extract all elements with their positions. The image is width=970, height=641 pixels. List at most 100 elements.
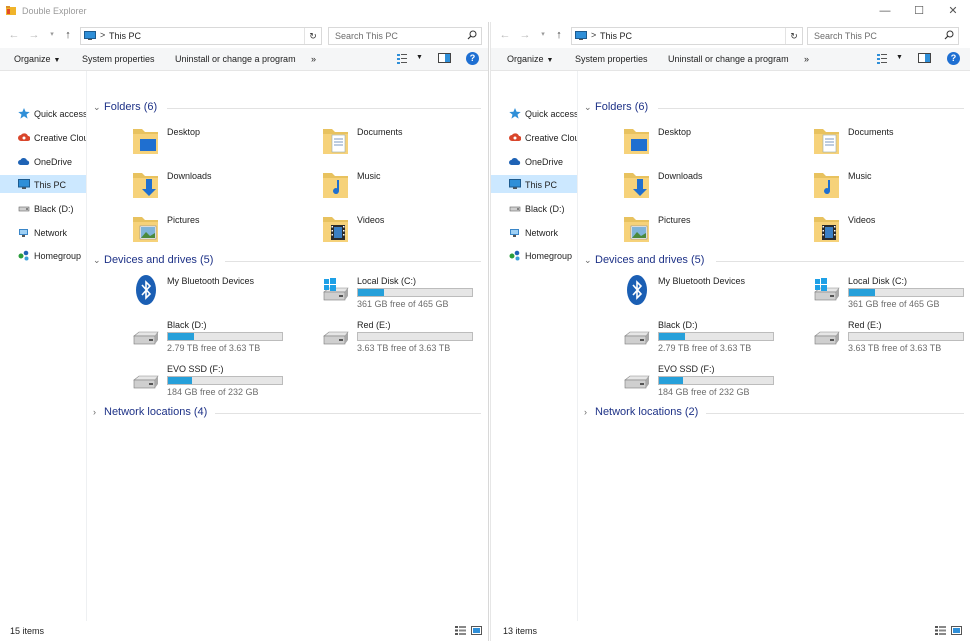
folder-downloads[interactable]: Downloads <box>131 169 291 207</box>
nav-item-creative-cloud[interactable]: Creative Clou <box>491 128 577 146</box>
drive-local-disk-c[interactable]: Local Disk (C:) 361 GB free of 465 GB <box>321 274 481 312</box>
nav-item-quick-access[interactable]: Quick access <box>0 104 86 122</box>
devices-section-header[interactable]: ⌄ Devices and drives (5) <box>93 254 485 268</box>
chevron-down-icon: ⌄ <box>584 102 592 112</box>
folder-music[interactable]: Music <box>812 169 962 207</box>
nav-item-this-pc[interactable]: This PC <box>491 175 577 193</box>
drive-usage-bar <box>658 376 774 385</box>
device-bluetooth[interactable]: My Bluetooth Devices <box>622 274 792 312</box>
folder-documents[interactable]: Documents <box>321 125 481 163</box>
folder-documents[interactable]: Documents <box>812 125 962 163</box>
drive-usage-bar <box>167 332 283 341</box>
nav-item-black-drive[interactable]: Black (D:) <box>0 199 86 217</box>
drive-black-d[interactable]: Black (D:) 2.79 TB free of 3.63 TB <box>131 318 301 356</box>
network-locations-section-header[interactable]: › Network locations (4) <box>93 406 485 420</box>
maximize-button[interactable]: ☐ <box>902 0 936 22</box>
address-field[interactable]: > This PC ↻ <box>80 27 322 45</box>
view-options-chevron-icon[interactable]: ▼ <box>416 54 423 61</box>
network-locations-section-header[interactable]: › Network locations (2) <box>584 406 968 420</box>
drive-black-d[interactable]: Black (D:) 2.79 TB free of 3.63 TB <box>622 318 792 356</box>
search-box[interactable] <box>807 27 960 45</box>
pictures-folder-icon <box>622 213 652 245</box>
system-properties-button[interactable]: System properties <box>82 54 155 64</box>
address-field[interactable]: > This PC ↻ <box>571 27 803 45</box>
nav-item-network[interactable]: Network <box>0 223 86 241</box>
help-icon[interactable]: ? <box>947 52 960 65</box>
nav-item-onedrive[interactable]: OneDrive <box>0 152 86 170</box>
folder-videos[interactable]: Videos <box>812 213 962 251</box>
device-bluetooth[interactable]: My Bluetooth Devices <box>131 274 301 312</box>
up-arrow-icon[interactable]: ↑ <box>62 29 74 41</box>
change-view-icon[interactable] <box>397 53 409 64</box>
videos-folder-icon <box>321 213 351 245</box>
folder-videos[interactable]: Videos <box>321 213 481 251</box>
drive-free-space: 361 GB free of 465 GB <box>848 299 940 309</box>
search-input[interactable] <box>808 28 960 44</box>
tiles-view-icon[interactable] <box>951 626 962 635</box>
recent-chevron-icon[interactable]: ▾ <box>537 29 549 41</box>
search-box[interactable] <box>328 27 482 45</box>
tiles-view-icon[interactable] <box>471 626 482 635</box>
recent-chevron-icon[interactable]: ▾ <box>46 29 58 41</box>
videos-folder-icon <box>812 213 842 245</box>
drive-local-disk-c[interactable]: Local Disk (C:) 361 GB free of 465 GB <box>812 274 964 312</box>
close-button[interactable]: ✕ <box>936 0 970 22</box>
section-divider <box>706 413 964 414</box>
folder-desktop[interactable]: Desktop <box>131 125 291 163</box>
address-bar-row: ← → ▾ ↑ > This PC ↻ <box>491 24 970 46</box>
nav-item-black-drive[interactable]: Black (D:) <box>491 199 577 217</box>
uninstall-program-button[interactable]: Uninstall or change a program <box>668 54 789 64</box>
more-commands-button[interactable]: » <box>311 54 316 64</box>
drive-evo-ssd-f[interactable]: EVO SSD (F:) 184 GB free of 232 GB <box>622 362 792 400</box>
organize-menu[interactable]: Organize ▼ <box>507 54 553 64</box>
details-view-icon[interactable] <box>455 626 466 635</box>
drive-red-e[interactable]: Red (E:) 3.63 TB free of 3.63 TB <box>812 318 964 356</box>
folders-section-header[interactable]: ⌄ Folders (6) <box>93 101 485 115</box>
refresh-icon[interactable]: ↻ <box>304 28 321 44</box>
system-properties-button[interactable]: System properties <box>575 54 648 64</box>
organize-menu[interactable]: Organize ▼ <box>14 54 60 64</box>
drive-icon <box>18 206 30 212</box>
drive-red-e[interactable]: Red (E:) 3.63 TB free of 3.63 TB <box>321 318 481 356</box>
drive-usage-fill <box>659 333 686 340</box>
nav-item-quick-access[interactable]: Quick access <box>491 104 577 122</box>
back-arrow-icon[interactable]: ← <box>8 29 20 41</box>
change-view-icon[interactable] <box>877 53 889 64</box>
folders-section-header[interactable]: ⌄ Folders (6) <box>584 101 968 115</box>
search-input[interactable] <box>329 28 481 44</box>
left-explorer-pane: ← → ▾ ↑ > This PC ↻ Organize▼ System pro… <box>0 22 489 641</box>
nav-item-this-pc[interactable]: This PC <box>0 175 86 193</box>
drive-evo-ssd-f[interactable]: EVO SSD (F:) 184 GB free of 232 GB <box>131 362 301 400</box>
nav-item-network[interactable]: Network <box>491 223 577 241</box>
forward-arrow-icon[interactable]: → <box>519 29 531 41</box>
devices-section-header[interactable]: ⌄ Devices and drives (5) <box>584 254 968 268</box>
breadcrumb-this-pc[interactable]: This PC <box>600 31 632 41</box>
network-icon <box>19 229 28 237</box>
folder-desktop[interactable]: Desktop <box>622 125 782 163</box>
back-arrow-icon[interactable]: ← <box>499 29 511 41</box>
status-bar: 15 items <box>0 621 488 641</box>
folder-pictures[interactable]: Pictures <box>131 213 291 251</box>
forward-arrow-icon[interactable]: → <box>28 29 40 41</box>
more-commands-button[interactable]: » <box>804 54 809 64</box>
refresh-icon[interactable]: ↻ <box>785 28 802 44</box>
nav-item-onedrive[interactable]: OneDrive <box>491 152 577 170</box>
help-icon[interactable]: ? <box>466 52 479 65</box>
monitor-icon <box>18 179 30 189</box>
breadcrumb-this-pc[interactable]: This PC <box>109 31 141 41</box>
nav-item-creative-cloud[interactable]: Creative Clou <box>0 128 86 146</box>
uninstall-program-button[interactable]: Uninstall or change a program <box>175 54 296 64</box>
up-arrow-icon[interactable]: ↑ <box>553 29 565 41</box>
folder-pictures[interactable]: Pictures <box>622 213 782 251</box>
folder-downloads[interactable]: Downloads <box>622 169 782 207</box>
details-view-icon[interactable] <box>935 626 946 635</box>
preview-pane-icon[interactable] <box>438 53 451 63</box>
view-options-chevron-icon[interactable]: ▼ <box>896 54 903 61</box>
drive-icon <box>509 206 521 212</box>
nav-item-homegroup[interactable]: Homegroup <box>0 246 86 264</box>
minimize-button[interactable]: — <box>868 0 902 22</box>
drive-usage-fill <box>659 377 683 384</box>
preview-pane-icon[interactable] <box>918 53 931 63</box>
folder-music[interactable]: Music <box>321 169 481 207</box>
nav-item-homegroup[interactable]: Homegroup <box>491 246 577 264</box>
